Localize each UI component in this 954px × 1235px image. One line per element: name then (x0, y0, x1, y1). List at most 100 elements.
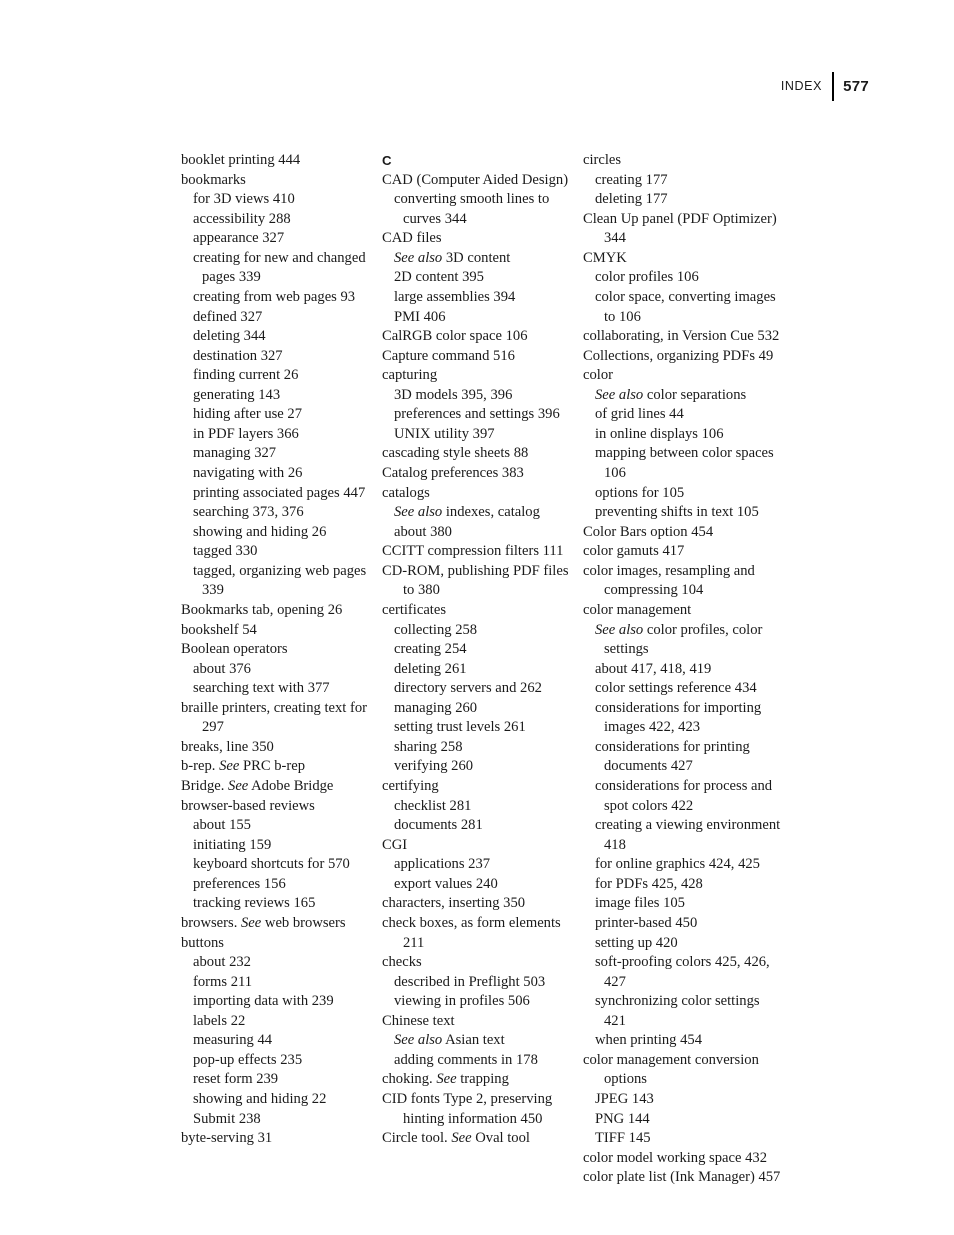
index-entry-sub: verifying 260 (382, 757, 583, 777)
index-entry-main: b-rep. See PRC b-rep (181, 757, 382, 777)
index-entry-sub: deleting 261 (382, 660, 583, 680)
entry-text: CGI (382, 836, 408, 853)
index-entry-main: checks (382, 953, 583, 973)
entry-text: about 155 (193, 817, 251, 834)
entry-text: browser-based reviews (181, 797, 315, 814)
index-entry-main: bookshelf 54 (181, 621, 382, 641)
index-entry-sub: for PDFs 425, 428 (583, 875, 784, 895)
entry-text: color plate list (Ink Manager) 457 (583, 1169, 781, 1186)
entry-text: reset form 239 (193, 1071, 279, 1088)
entry-text: initiating 159 (193, 836, 272, 853)
index-entry-sub: labels 22 (181, 1012, 382, 1032)
entry-text: adding comments in 178 (394, 1051, 538, 1068)
entry-text: Chinese text (382, 1012, 455, 1029)
entry-text: Catalog preferences 383 (382, 465, 524, 481)
index-entry-main: CalRGB color space 106 (382, 327, 583, 347)
index-entry-sub: considerations for process and spot colo… (583, 777, 784, 816)
index-entry-sub: See also color separations (583, 386, 784, 406)
entry-text: color management (583, 601, 692, 618)
cross-reference-label: See (436, 1071, 457, 1088)
index-entry-main: Clean Up panel (PDF Optimizer) 344 (583, 210, 784, 249)
index-entry-sub: when printing 454 (583, 1031, 784, 1051)
entry-text: about 380 (394, 523, 452, 540)
cross-reference-label: See also (394, 249, 443, 266)
index-entry-sub: searching 373, 376 (181, 503, 382, 523)
entry-text: Color Bars option 454 (583, 523, 714, 540)
entry-text: appearance 327 (193, 230, 285, 247)
entry-text: choking. (382, 1071, 437, 1088)
entry-text: color space, converting images to 106 (595, 288, 776, 325)
entry-text: PMI 406 (394, 308, 446, 325)
index-entry-sub: setting trust levels 261 (382, 718, 583, 738)
entry-text: 2D content 395 (394, 269, 484, 286)
entry-text: CD-ROM, publishing PDF files to 380 (382, 562, 569, 599)
entry-text: color profiles 106 (595, 269, 699, 286)
index-entry-sub: printing associated pages 447 (181, 484, 382, 504)
index-entry-sub: for 3D views 410 (181, 190, 382, 210)
index-entry-main: Capture command 516 (382, 347, 583, 367)
index-entry-main: buttons (181, 934, 382, 954)
index-entry-main: Bookmarks tab, opening 26 (181, 601, 382, 621)
index-entry-sub: color settings reference 434 (583, 679, 784, 699)
index-entry-sub: about 376 (181, 660, 382, 680)
entry-text: preferences 156 (193, 875, 286, 892)
index-entry-sub: mapping between color spaces 106 (583, 444, 784, 483)
entry-text: labels 22 (193, 1012, 246, 1029)
index-entry-main: cascading style sheets 88 (382, 444, 583, 464)
index-entry-main: booklet printing 444 (181, 151, 382, 171)
index-entry-sub: generating 143 (181, 386, 382, 406)
entry-text: forms 211 (193, 973, 253, 990)
index-entry-sub: large assemblies 394 (382, 288, 583, 308)
entry-text: buttons (181, 934, 224, 951)
index-entry-sub: synchronizing color settings 421 (583, 992, 784, 1031)
index-entry-sub: keyboard shortcuts for 570 (181, 855, 382, 875)
index-entry-sub: in online displays 106 (583, 425, 784, 445)
index-entry-sub: tagged, organizing web pages 339 (181, 562, 382, 601)
entry-text: in online displays 106 (595, 425, 724, 442)
index-entry-sub: checklist 281 (382, 797, 583, 817)
entry-text: 3D models 395, 396 (394, 386, 513, 403)
entry-text: cascading style sheets 88 (382, 445, 529, 462)
entry-text: described in Preflight 503 (394, 973, 546, 990)
entry-text: in PDF layers 366 (193, 425, 299, 442)
entry-text: generating 143 (193, 386, 281, 403)
entry-text: Adobe Bridge (248, 778, 334, 794)
entry-text: verifying 260 (394, 758, 474, 775)
index-entry-sub: about 155 (181, 816, 382, 836)
index-entry-sub: printer-based 450 (583, 914, 784, 934)
index-entry-sub: navigating with 26 (181, 464, 382, 484)
entry-text: converting smooth lines to curves 344 (394, 191, 550, 227)
index-entry-sub: UNIX utility 397 (382, 425, 583, 445)
index-entry-main: color (583, 366, 784, 386)
entry-text: circles (583, 152, 622, 168)
entry-text: b-rep. (181, 758, 220, 775)
entry-text: CMYK (583, 249, 627, 266)
index-entry-main: check boxes, as form elements 211 (382, 914, 583, 953)
cross-reference-label: See (451, 1130, 472, 1147)
entry-text: Collections, organizing PDFs 49 (583, 347, 774, 364)
entry-text: deleting 261 (394, 660, 467, 677)
index-entry-sub: PMI 406 (382, 308, 583, 328)
entry-text: about 417, 418, 419 (595, 660, 712, 677)
entry-text: CAD (Computer Aided Design) (382, 171, 569, 188)
index-entry-sub: pop-up effects 235 (181, 1051, 382, 1071)
entry-text: creating 254 (394, 641, 467, 658)
index-entry-sub: preventing shifts in text 105 (583, 503, 784, 523)
entry-text: navigating with 26 (193, 465, 303, 481)
index-entry-sub: finding current 26 (181, 366, 382, 386)
entry-text: when printing 454 (595, 1032, 703, 1049)
index-entry-sub: preferences and settings 396 (382, 405, 583, 425)
entry-text: Capture command 516 (382, 347, 515, 364)
entry-text: booklet printing 444 (181, 152, 301, 168)
entry-text: CID fonts Type 2, preserving hinting inf… (382, 1091, 553, 1127)
index-entry-main: color model working space 432 (583, 1149, 784, 1169)
index-entry-main: CMYK (583, 249, 784, 269)
entry-text: checklist 281 (394, 797, 472, 814)
index-entry-sub: See also color profiles, color settings (583, 621, 784, 660)
index-entry-main: capturing (382, 366, 583, 386)
entry-text: collecting 258 (394, 621, 478, 638)
index-entry-sub: showing and hiding 26 (181, 523, 382, 543)
entry-text: managing 260 (394, 699, 478, 716)
index-entry-sub: documents 281 (382, 816, 583, 836)
index-entry-sub: export values 240 (382, 875, 583, 895)
